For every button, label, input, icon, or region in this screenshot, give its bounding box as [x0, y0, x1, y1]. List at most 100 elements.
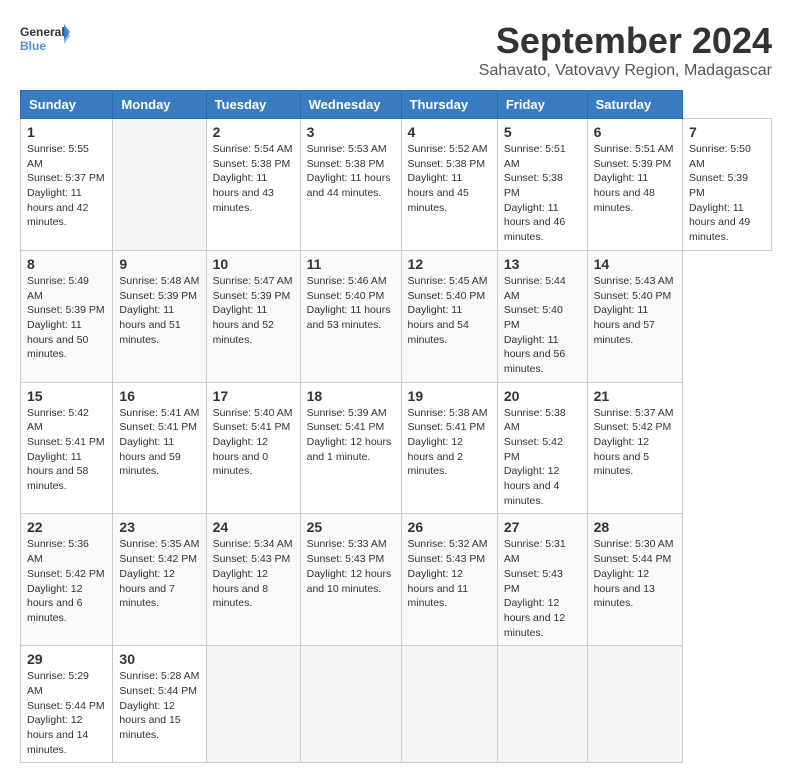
logo-svg: General Blue — [20, 20, 70, 60]
table-row: 2 Sunrise: 5:54 AMSunset: 5:38 PMDaylight… — [206, 119, 300, 251]
day-number: 20 — [504, 388, 581, 404]
day-number: 29 — [27, 651, 106, 667]
day-number: 4 — [408, 124, 491, 140]
table-row: 9Sunrise: 5:48 AMSunset: 5:39 PMDaylight… — [113, 250, 206, 382]
day-number: 5 — [504, 124, 581, 140]
day-number: 12 — [408, 256, 491, 272]
table-row: 16 Sunrise: 5:41 AMSunset: 5:41 PMDayligh… — [113, 382, 206, 514]
day-number: 28 — [594, 519, 676, 535]
day-info: Sunrise: 5:33 AMSunset: 5:43 PMDaylight:… — [307, 537, 395, 596]
day-number: 23 — [119, 519, 199, 535]
day-info: Sunrise: 5:36 AMSunset: 5:42 PMDaylight:… — [27, 537, 106, 625]
day-number: 10 — [213, 256, 294, 272]
day-info: Sunrise: 5:39 AMSunset: 5:41 PMDaylight:… — [307, 406, 395, 465]
table-row: 25 Sunrise: 5:33 AMSunset: 5:43 PMDayligh… — [300, 514, 401, 646]
table-row: 28Sunrise: 5:30 AMSunset: 5:44 PMDayligh… — [587, 514, 682, 646]
day-info: Sunrise: 5:28 AMSunset: 5:44 PMDaylight:… — [119, 669, 199, 742]
day-info: Sunrise: 5:38 AMSunset: 5:41 PMDaylight:… — [408, 406, 491, 479]
month-title: September 2024 — [479, 20, 772, 62]
table-row: 17Sunrise: 5:40 AMSunset: 5:41 PMDayligh… — [206, 382, 300, 514]
table-row: 23 Sunrise: 5:35 AMSunset: 5:42 PMDayligh… — [113, 514, 206, 646]
weekday-header: Sunday — [21, 91, 113, 119]
weekday-header: Monday — [113, 91, 206, 119]
day-number: 25 — [307, 519, 395, 535]
table-row: 15 Sunrise: 5:42 AMSunset: 5:41 PMDayligh… — [21, 382, 113, 514]
table-row: 26 Sunrise: 5:32 AMSunset: 5:43 PMDayligh… — [401, 514, 497, 646]
table-row: 20 Sunrise: 5:38 AMSunset: 5:42 PMDayligh… — [497, 382, 587, 514]
table-row — [497, 646, 587, 763]
day-number: 26 — [408, 519, 491, 535]
day-info: Sunrise: 5:34 AMSunset: 5:43 PMDaylight:… — [213, 537, 294, 610]
logo: General Blue — [20, 20, 70, 60]
day-info: Sunrise: 5:49 AMSunset: 5:39 PMDaylight:… — [27, 274, 106, 362]
day-info: Sunrise: 5:38 AMSunset: 5:42 PMDaylight:… — [504, 406, 581, 509]
table-row: 12 Sunrise: 5:45 AMSunset: 5:40 PMDayligh… — [401, 250, 497, 382]
day-number: 30 — [119, 651, 199, 667]
day-info: Sunrise: 5:44 AMSunset: 5:40 PMDaylight:… — [504, 274, 581, 377]
day-number: 27 — [504, 519, 581, 535]
weekday-header: Friday — [497, 91, 587, 119]
calendar-week-row: 1 Sunrise: 5:55 AMSunset: 5:37 PMDaylight… — [21, 119, 772, 251]
svg-text:General: General — [20, 25, 65, 39]
table-row: 5 Sunrise: 5:51 AMSunset: 5:38 PMDaylight… — [497, 119, 587, 251]
table-row: 14 Sunrise: 5:43 AMSunset: 5:40 PMDayligh… — [587, 250, 682, 382]
day-number: 16 — [119, 388, 199, 404]
day-info: Sunrise: 5:31 AMSunset: 5:43 PMDaylight:… — [504, 537, 581, 640]
day-info: Sunrise: 5:50 AMSunset: 5:39 PMDaylight:… — [689, 142, 765, 245]
table-row — [401, 646, 497, 763]
table-row: 27 Sunrise: 5:31 AMSunset: 5:43 PMDayligh… — [497, 514, 587, 646]
table-row — [587, 646, 682, 763]
weekday-header: Wednesday — [300, 91, 401, 119]
day-info: Sunrise: 5:54 AMSunset: 5:38 PMDaylight:… — [213, 142, 294, 215]
day-number: 24 — [213, 519, 294, 535]
day-info: Sunrise: 5:37 AMSunset: 5:42 PMDaylight:… — [594, 406, 676, 479]
day-number: 6 — [594, 124, 676, 140]
day-number: 14 — [594, 256, 676, 272]
day-info: Sunrise: 5:32 AMSunset: 5:43 PMDaylight:… — [408, 537, 491, 610]
day-number: 3 — [307, 124, 395, 140]
title-area: September 2024 Sahavato, Vatovavy Region… — [479, 20, 772, 80]
day-number: 11 — [307, 256, 395, 272]
table-row — [300, 646, 401, 763]
day-info: Sunrise: 5:43 AMSunset: 5:40 PMDaylight:… — [594, 274, 676, 347]
table-row: 30 Sunrise: 5:28 AMSunset: 5:44 PMDayligh… — [113, 646, 206, 763]
day-info: Sunrise: 5:41 AMSunset: 5:41 PMDaylight:… — [119, 406, 199, 479]
table-row — [113, 119, 206, 251]
day-info: Sunrise: 5:46 AMSunset: 5:40 PMDaylight:… — [307, 274, 395, 333]
table-row: 4Sunrise: 5:52 AMSunset: 5:38 PMDaylight… — [401, 119, 497, 251]
table-row: 3Sunrise: 5:53 AMSunset: 5:38 PMDaylight… — [300, 119, 401, 251]
day-number: 8 — [27, 256, 106, 272]
table-row: 11 Sunrise: 5:46 AMSunset: 5:40 PMDayligh… — [300, 250, 401, 382]
table-row: 18Sunrise: 5:39 AMSunset: 5:41 PMDayligh… — [300, 382, 401, 514]
day-number: 13 — [504, 256, 581, 272]
svg-text:Blue: Blue — [20, 39, 46, 53]
day-info: Sunrise: 5:51 AMSunset: 5:39 PMDaylight:… — [594, 142, 676, 215]
location-title: Sahavato, Vatovavy Region, Madagascar — [479, 62, 772, 80]
day-number: 1 — [27, 124, 106, 140]
day-info: Sunrise: 5:51 AMSunset: 5:38 PMDaylight:… — [504, 142, 581, 245]
day-number: 22 — [27, 519, 106, 535]
day-info: Sunrise: 5:48 AMSunset: 5:39 PMDaylight:… — [119, 274, 199, 347]
table-row: 24 Sunrise: 5:34 AMSunset: 5:43 PMDayligh… — [206, 514, 300, 646]
weekday-header: Tuesday — [206, 91, 300, 119]
table-row: 6 Sunrise: 5:51 AMSunset: 5:39 PMDaylight… — [587, 119, 682, 251]
page-header: General Blue September 2024 Sahavato, Va… — [20, 20, 772, 80]
day-number: 17 — [213, 388, 294, 404]
table-row: 10 Sunrise: 5:47 AMSunset: 5:39 PMDayligh… — [206, 250, 300, 382]
day-number: 19 — [408, 388, 491, 404]
day-number: 15 — [27, 388, 106, 404]
day-number: 2 — [213, 124, 294, 140]
table-row: 13 Sunrise: 5:44 AMSunset: 5:40 PMDayligh… — [497, 250, 587, 382]
day-info: Sunrise: 5:55 AMSunset: 5:37 PMDaylight:… — [27, 142, 106, 230]
day-info: Sunrise: 5:45 AMSunset: 5:40 PMDaylight:… — [408, 274, 491, 347]
table-row: 8 Sunrise: 5:49 AMSunset: 5:39 PMDaylight… — [21, 250, 113, 382]
day-info: Sunrise: 5:35 AMSunset: 5:42 PMDaylight:… — [119, 537, 199, 610]
table-row: 19 Sunrise: 5:38 AMSunset: 5:41 PMDayligh… — [401, 382, 497, 514]
calendar-week-row: 8 Sunrise: 5:49 AMSunset: 5:39 PMDaylight… — [21, 250, 772, 382]
day-info: Sunrise: 5:47 AMSunset: 5:39 PMDaylight:… — [213, 274, 294, 347]
calendar-week-row: 15 Sunrise: 5:42 AMSunset: 5:41 PMDayligh… — [21, 382, 772, 514]
table-row: 1 Sunrise: 5:55 AMSunset: 5:37 PMDaylight… — [21, 119, 113, 251]
day-number: 7 — [689, 124, 765, 140]
day-info: Sunrise: 5:42 AMSunset: 5:41 PMDaylight:… — [27, 406, 106, 494]
day-number: 21 — [594, 388, 676, 404]
